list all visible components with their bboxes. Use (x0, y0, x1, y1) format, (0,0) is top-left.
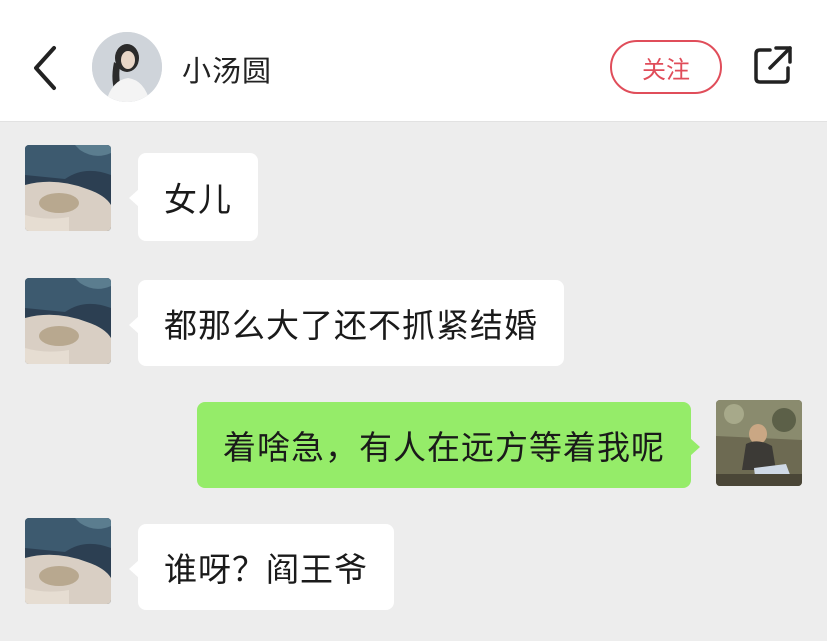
person-photo-icon (716, 400, 802, 486)
message-bubble-received[interactable]: 女儿 (129, 153, 258, 241)
message-bubble-received[interactable]: 都那么大了还不抓紧结婚 (129, 280, 564, 366)
self-avatar[interactable] (716, 400, 802, 486)
sender-avatar[interactable] (25, 518, 111, 604)
chat-header: 小汤圆 关注 (0, 0, 827, 122)
hand-photo-icon (25, 278, 111, 364)
message-text: 都那么大了还不抓紧结婚 (164, 306, 538, 345)
chevron-left-icon (34, 46, 56, 90)
hand-photo-icon (25, 518, 111, 604)
sender-avatar[interactable] (25, 278, 111, 364)
hand-photo-icon (25, 145, 111, 231)
share-external-icon (754, 46, 792, 84)
message-text: 女儿 (164, 180, 232, 219)
message-bubble-sent[interactable]: 着啥急，有人在远方等着我呢 (197, 402, 700, 488)
message-bubble-received[interactable]: 谁呀？阎王爷 (129, 524, 394, 610)
follow-button[interactable]: 关注 (610, 40, 722, 94)
profile-avatar[interactable] (92, 32, 162, 102)
back-button[interactable] (22, 40, 72, 96)
contact-name[interactable]: 小汤圆 (182, 48, 272, 90)
sender-avatar[interactable] (25, 145, 111, 231)
person-silhouette-icon (92, 32, 162, 102)
message-text: 谁呀？阎王爷 (164, 550, 368, 589)
message-text: 着啥急，有人在远方等着我呢 (223, 428, 665, 467)
share-button[interactable] (748, 42, 796, 90)
